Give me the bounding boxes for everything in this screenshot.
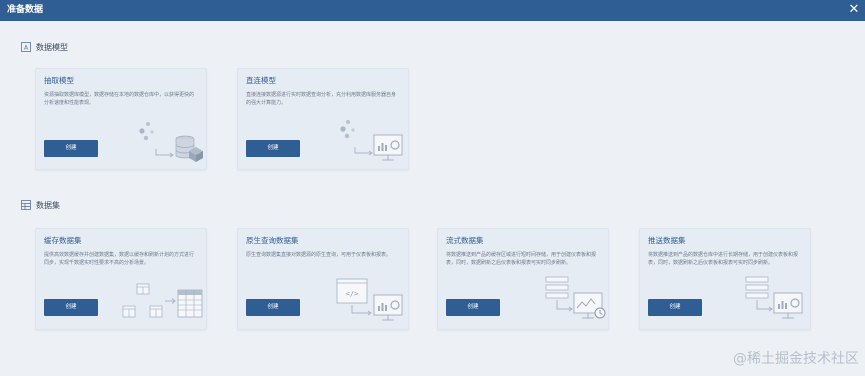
card-description: 原生查询数据集直接对数据源的原生查询，可用于仪表板和报表。 (246, 252, 392, 258)
window-title: 准备数据 (7, 5, 44, 15)
section-data-model: A 数据模型 (21, 40, 68, 54)
monitor-chart-icon (340, 120, 403, 161)
card-description: 提供高效数据缓存并创建数据集，数据以缓存和刷新计划的方式进行同步，实现千数据实时… (44, 252, 195, 266)
create-cache-dataset-button[interactable]: 创建 (44, 299, 98, 316)
card-description: 将数据推送到产品的数据仓库中进行长期存储，用于创建仪表板和报表，同时，数据刷新之… (648, 252, 799, 266)
code-monitor-icon: </> (336, 278, 403, 321)
card-title: 推送数据集 (648, 236, 686, 245)
data-model-icon: A (21, 42, 31, 52)
dataset-icon (21, 200, 31, 210)
card-title: 缓存数据集 (44, 236, 82, 245)
card-title: 直连模型 (246, 76, 276, 85)
card-extract-model: 抽取模型 资源抽取数据库模型，数据存储在本地的数据仓库中，以获得更快的分析速度和… (35, 68, 207, 170)
close-icon[interactable]: ✕ (847, 2, 861, 18)
create-extract-model-button[interactable]: 创建 (44, 140, 98, 157)
section-label: 数据模型 (36, 42, 68, 52)
stream-monitor-icon (545, 276, 606, 319)
card-native-query-dataset: 原生查询数据集 原生查询数据集直接对数据源的原生查询，可用于仪表板和报表。 创建… (237, 228, 409, 330)
section-dataset: 数据集 (21, 198, 60, 212)
title-bar: 准备数据 ✕ (0, 0, 865, 21)
create-direct-model-button[interactable]: 创建 (246, 140, 300, 157)
card-title: 原生查询数据集 (246, 236, 299, 245)
card-title: 流式数据集 (446, 236, 484, 245)
card-description: 将数据推送到产品的缓存区域进行短时间存储，用于创建仪表板和报表，同时，数据刷新之… (446, 252, 597, 266)
create-native-query-dataset-button[interactable]: 创建 (246, 299, 300, 316)
card-cache-dataset: 缓存数据集 提供高效数据缓存并创建数据集，数据以缓存和刷新计划的方式进行同步，实… (35, 228, 207, 330)
database-icon (139, 122, 203, 162)
card-description: 直接连接数据源进行实时数据查询分析，充分利用数据库服务器自身的强大计算能力。 (246, 92, 397, 106)
table-grid-icon (122, 283, 203, 318)
create-streaming-dataset-button[interactable]: 创建 (446, 299, 500, 316)
card-title: 抽取模型 (44, 76, 74, 85)
create-push-dataset-button[interactable]: 创建 (648, 299, 702, 316)
watermark-text: @稀土掘金技术社区 (733, 351, 859, 367)
card-description: 资源抽取数据库模型，数据存储在本地的数据仓库中，以获得更快的分析速度和性能表现。 (44, 92, 195, 106)
push-monitor-icon (745, 276, 803, 319)
section-label: 数据集 (36, 200, 60, 210)
card-direct-model: 直连模型 直接连接数据源进行实时数据查询分析，充分利用数据库服务器自身的强大计算… (237, 68, 409, 170)
svg-text:</>: </> (346, 290, 359, 298)
svg-text:A: A (24, 45, 29, 52)
card-push-dataset: 推送数据集 将数据推送到产品的数据仓库中进行长期存储，用于创建仪表板和报表，同时… (639, 228, 811, 330)
card-streaming-dataset: 流式数据集 将数据推送到产品的缓存区域进行短时间存储，用于创建仪表板和报表，同时… (437, 228, 609, 330)
